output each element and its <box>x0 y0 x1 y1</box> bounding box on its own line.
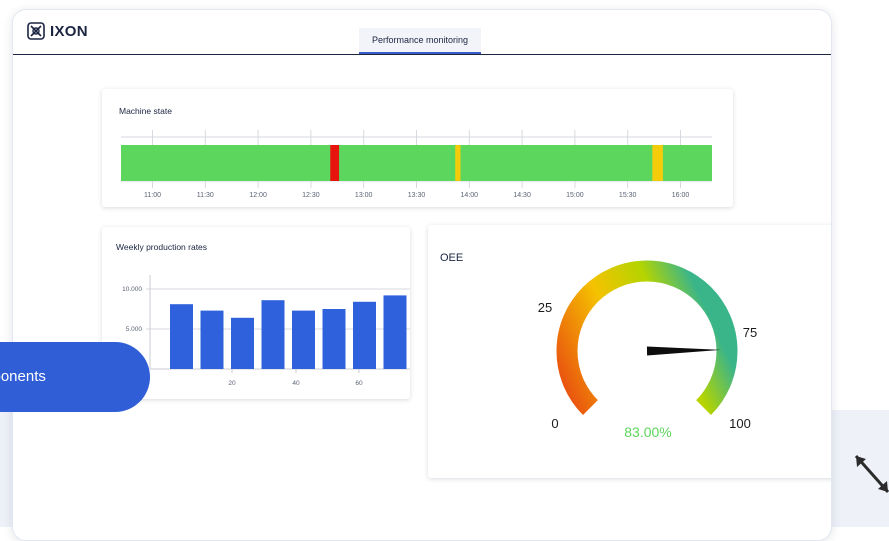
logo-text: IXON <box>50 22 88 40</box>
components-pill-button[interactable]: mponents <box>0 342 150 412</box>
logo: IXON <box>27 22 88 40</box>
oee-gauge: 0 25 75 100 83.00% <box>538 260 757 440</box>
timeline-tick-label: 16:00 <box>672 192 690 199</box>
gauge-tick-label: 75 <box>743 325 757 340</box>
bar <box>292 310 315 369</box>
top-bar: IXON Performance monitoring <box>13 10 831 55</box>
timeline-warning-segment <box>455 145 461 181</box>
bar <box>353 301 376 369</box>
x-tick-label: 20 <box>228 380 236 387</box>
tab-performance-monitoring[interactable]: Performance monitoring <box>359 28 481 54</box>
gauge-needle <box>646 346 721 356</box>
machine-state-card: Machine state 11:00 11:30 12:00 12:30 13:00 1… <box>102 89 733 207</box>
timeline-tick-label: 15:00 <box>566 192 584 199</box>
y-tick-label: 10.000 <box>122 286 142 293</box>
y-tick-label: 5.000 <box>126 326 143 333</box>
bar <box>170 304 193 369</box>
timeline-tick-label: 13:00 <box>355 192 373 199</box>
gauge-tick-label: 100 <box>729 416 751 431</box>
x-tick-label: 40 <box>292 380 300 387</box>
timeline-tick-label: 15:30 <box>619 192 637 199</box>
app-window: IXON Performance monitoring Machine stat… <box>12 9 832 541</box>
timeline-tick-label: 14:30 <box>513 192 531 199</box>
timeline-warning-segment <box>652 145 663 181</box>
timeline-running-segment <box>121 145 712 181</box>
timeline-tick-label: 11:30 <box>197 192 214 199</box>
gauge-value-label: 83.00% <box>624 424 671 440</box>
timeline-tick-label: 12:00 <box>249 192 267 199</box>
bar <box>322 309 346 369</box>
resize-arrow-icon[interactable] <box>852 452 889 496</box>
oee-card: OEE 0 25 75 100 83.00% <box>428 225 831 478</box>
timeline-tick-label: 11:00 <box>144 192 161 199</box>
gauge-arc <box>556 260 738 415</box>
bar <box>200 310 224 369</box>
x-tick-label: 60 <box>355 380 363 387</box>
components-pill-label: mponents <box>0 368 46 385</box>
gauge-tick-label: 25 <box>538 300 552 315</box>
timeline-tick-label: 12:30 <box>302 192 320 199</box>
gauge-tick-label: 0 <box>551 416 558 431</box>
bar <box>261 300 285 369</box>
timeline-tick-label: 14:00 <box>461 192 479 199</box>
machine-state-timeline: 11:00 11:30 12:00 12:30 13:00 13:30 14:00 14:30… <box>121 130 712 199</box>
timeline-stopped-segment <box>330 145 340 181</box>
bar <box>383 295 407 369</box>
timeline-tick-label: 13:30 <box>408 192 426 199</box>
bar <box>231 317 254 369</box>
ixon-logo-icon <box>27 22 45 40</box>
